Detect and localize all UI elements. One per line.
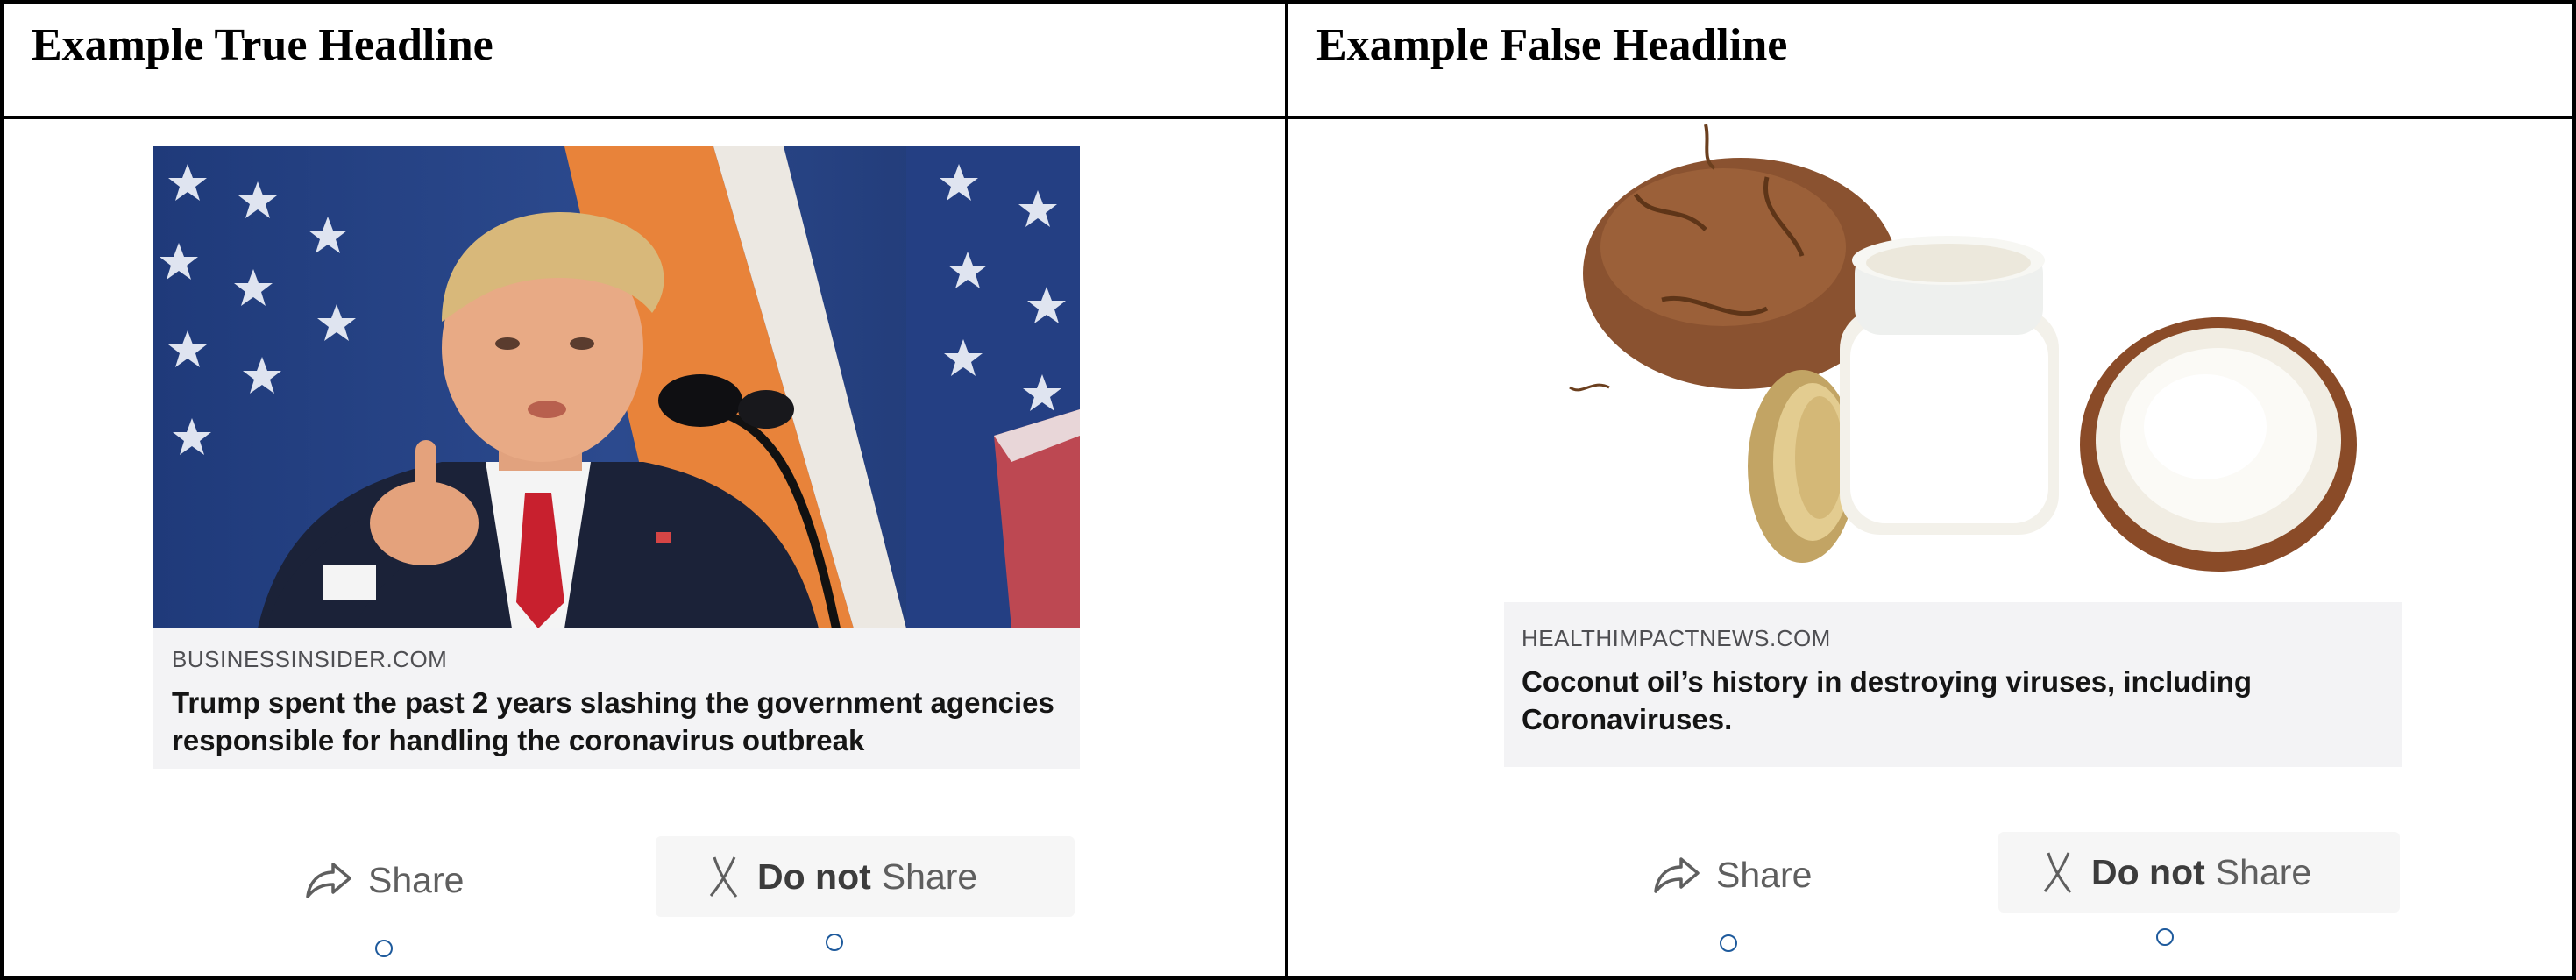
share-button[interactable]: Share: [1611, 834, 1872, 915]
share-radio[interactable]: [1720, 934, 1737, 952]
x-mark-icon: [706, 854, 742, 899]
do-not-label: Do not: [2091, 851, 2205, 892]
article-domain: BUSINESSINSIDER.COM: [172, 646, 448, 672]
share-radio[interactable]: [375, 940, 393, 957]
left-header: Example True Headline: [32, 20, 493, 70]
header-divider: [0, 116, 2576, 119]
share-arrow-icon: [305, 859, 352, 901]
do-not-label: Do not: [757, 856, 871, 897]
right-header: Example False Headline: [1316, 20, 1788, 70]
do-not-share-label: Share: [2215, 851, 2312, 892]
column-divider: [1285, 0, 1288, 980]
do-not-share-label: Share: [881, 856, 978, 897]
do-not-share-button[interactable]: Do not Share: [656, 836, 1075, 917]
share-label: Share: [1716, 854, 1813, 895]
article-title: Trump spent the past 2 years slashing th…: [172, 686, 1054, 756]
share-button[interactable]: Share: [263, 840, 524, 920]
article-meta-right: HEALTHIMPACTNEWS.COM Coconut oil’s histo…: [1504, 602, 2402, 767]
do-not-share-button[interactable]: Do not Share: [1998, 832, 2400, 913]
share-arrow-icon: [1653, 854, 1700, 896]
article-image-politician: [153, 146, 1080, 628]
x-mark-icon: [2040, 849, 2076, 895]
do-not-share-radio[interactable]: [826, 934, 843, 951]
share-label: Share: [368, 859, 465, 900]
article-image-coconut-oil: [1504, 124, 2402, 602]
article-domain: HEALTHIMPACTNEWS.COM: [1522, 625, 1831, 651]
article-meta-left: BUSINESSINSIDER.COM Trump spent the past…: [153, 628, 1080, 769]
do-not-share-radio[interactable]: [2156, 928, 2174, 946]
article-title: Coconut oil’s history in destroying viru…: [1522, 665, 2253, 735]
